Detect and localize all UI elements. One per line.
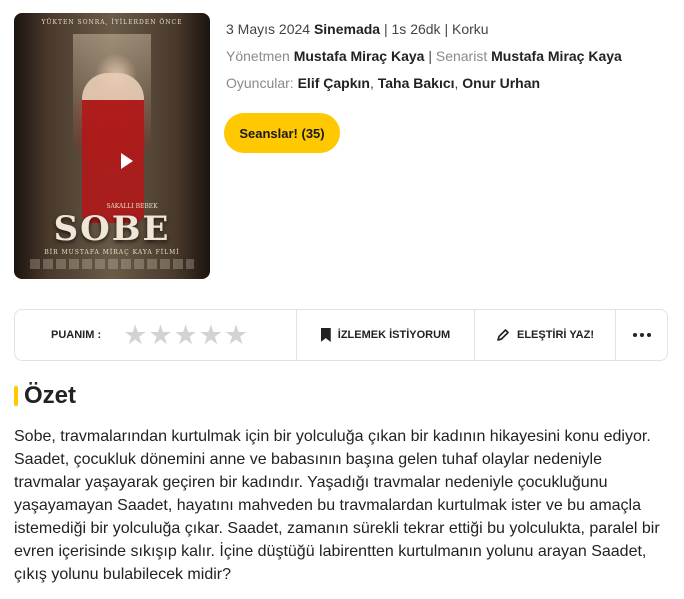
heading-accent-bar xyxy=(14,386,18,406)
action-bar: PUANIM : ★ ★ ★ ★ ★ İZLEMEK İSTİYORUM ELE… xyxy=(14,309,668,361)
poster-figure xyxy=(82,73,144,223)
cast-member[interactable]: Onur Urhan xyxy=(462,75,540,91)
cast-member[interactable]: Taha Bakıcı xyxy=(378,75,455,91)
more-options-button[interactable] xyxy=(616,310,667,360)
rating-label: PUANIM : xyxy=(51,329,102,341)
sessions-button[interactable]: Seanslar! (35) xyxy=(224,113,340,153)
star-icon[interactable]: ★ xyxy=(224,322,248,349)
star-icon[interactable]: ★ xyxy=(199,322,223,349)
watchlist-button[interactable]: İZLEMEK İSTİYORUM xyxy=(297,310,475,360)
summary-text: Sobe, travmalarından kurtulmak için bir … xyxy=(14,428,660,583)
cast-member[interactable]: Elif Çapkın xyxy=(298,75,370,91)
meta-separator: | xyxy=(428,48,436,64)
critique-label: ELEŞTİRİ YAZ! xyxy=(516,329,595,341)
summary-heading: Özet xyxy=(14,381,76,411)
release-date: 3 Mayıs 2024 xyxy=(226,21,311,37)
meta-line: 3 Mayıs 2024 Sinemada | 1s 26dk | Korku xyxy=(226,19,622,46)
write-critique-button[interactable]: ELEŞTİRİ YAZ! xyxy=(475,310,616,360)
poster-director-line: BİR MUSTAFA MİRAÇ KAYA FİLMİ xyxy=(44,249,180,256)
star-icon[interactable]: ★ xyxy=(148,322,172,349)
writer-label: Senarist xyxy=(435,48,488,64)
star-rating: ★ ★ ★ ★ ★ xyxy=(123,322,248,349)
director-name[interactable]: Mustafa Miraç Kaya xyxy=(294,48,425,64)
more-dots-icon xyxy=(632,333,651,337)
star-icon[interactable]: ★ xyxy=(123,322,147,349)
poster-title: SOBE xyxy=(53,209,171,249)
release-type: Sinemada xyxy=(313,21,381,37)
poster-tagline: YÜKTEN SONRA, İYİLERDEN ÖNCE xyxy=(41,19,183,26)
summary-title: Özet xyxy=(24,382,77,409)
watchlist-label: İZLEMEK İSTİYORUM xyxy=(337,329,451,341)
meta-separator: | xyxy=(444,21,452,37)
genre: Korku xyxy=(451,21,489,37)
duration: 1s 26dk xyxy=(391,21,441,37)
pen-icon xyxy=(496,328,510,342)
play-icon[interactable] xyxy=(121,153,133,169)
rating-section: PUANIM : ★ ★ ★ ★ ★ xyxy=(15,310,297,360)
writer-name[interactable]: Mustafa Miraç Kaya xyxy=(491,48,622,64)
movie-info: 3 Mayıs 2024 Sinemada | 1s 26dk | Korku … xyxy=(226,19,622,100)
bookmark-icon xyxy=(320,328,331,342)
cast-line: Oyuncular: Elif Çapkın, Taha Bakıcı, Onu… xyxy=(226,75,541,91)
poster-credits-block xyxy=(30,259,194,269)
cast-label: Oyuncular: xyxy=(226,75,294,91)
star-icon[interactable]: ★ xyxy=(174,322,198,349)
meta-separator: | xyxy=(383,21,392,37)
crew-line: Yönetmen Mustafa Miraç Kaya | Senarist M… xyxy=(226,46,622,73)
director-label: Yönetmen xyxy=(226,48,290,64)
movie-poster[interactable]: YÜKTEN SONRA, İYİLERDEN ÖNCE SAKALLI BEB… xyxy=(14,13,210,279)
